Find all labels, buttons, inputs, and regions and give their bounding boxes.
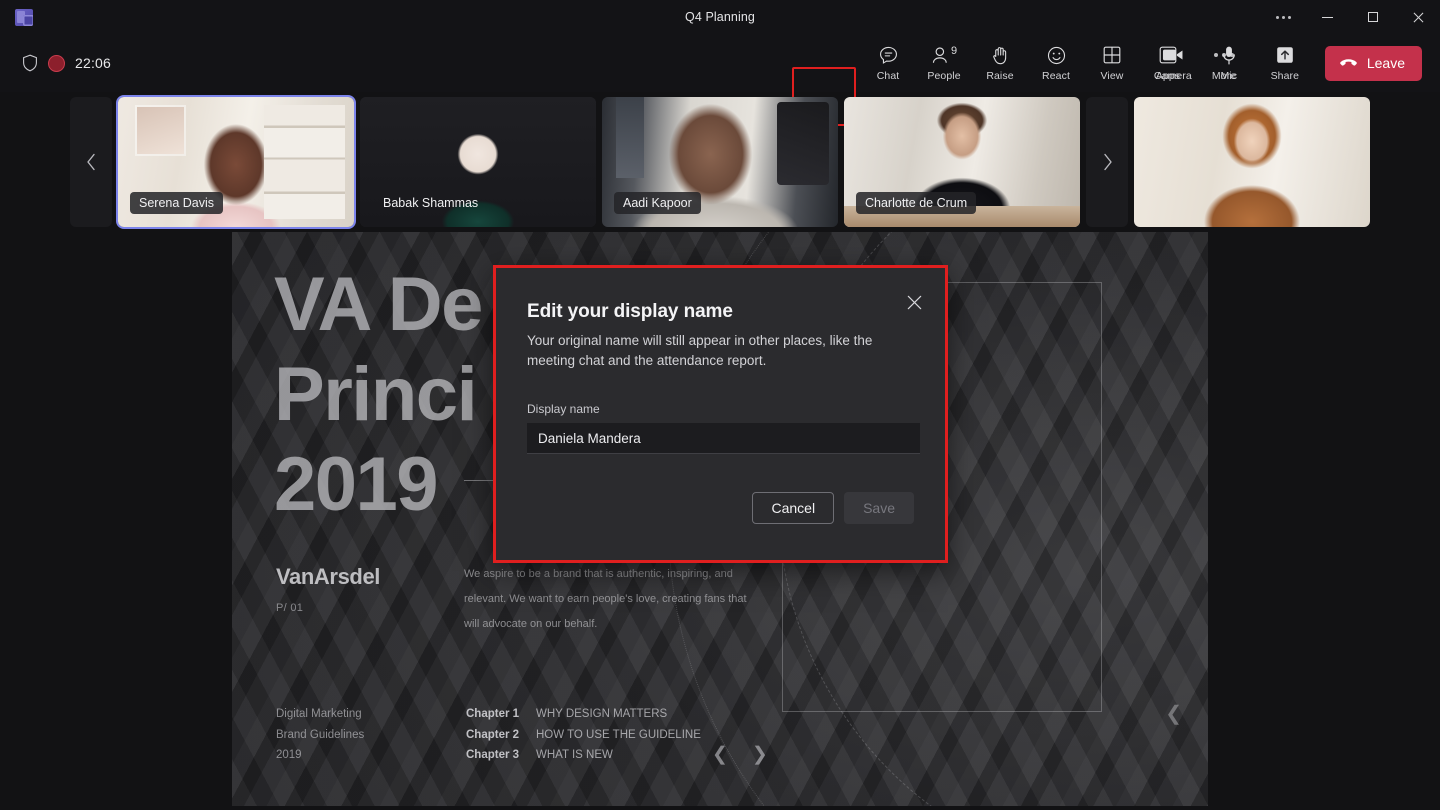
cancel-button[interactable]: Cancel — [752, 492, 834, 524]
save-button[interactable]: Save — [844, 492, 914, 524]
edit-display-name-dialog: Edit your display name Your original nam… — [493, 265, 948, 563]
dialog-title: Edit your display name — [527, 301, 914, 323]
dialog-description: Your original name will still appear in … — [527, 331, 892, 371]
close-icon — [907, 295, 922, 310]
display-name-input[interactable] — [527, 423, 920, 454]
dialog-actions: Cancel Save — [752, 492, 914, 524]
teams-meeting-window: Q4 Planning 22:06 — [0, 0, 1440, 810]
dialog-close-button[interactable] — [901, 289, 927, 315]
display-name-label: Display name — [527, 402, 914, 416]
